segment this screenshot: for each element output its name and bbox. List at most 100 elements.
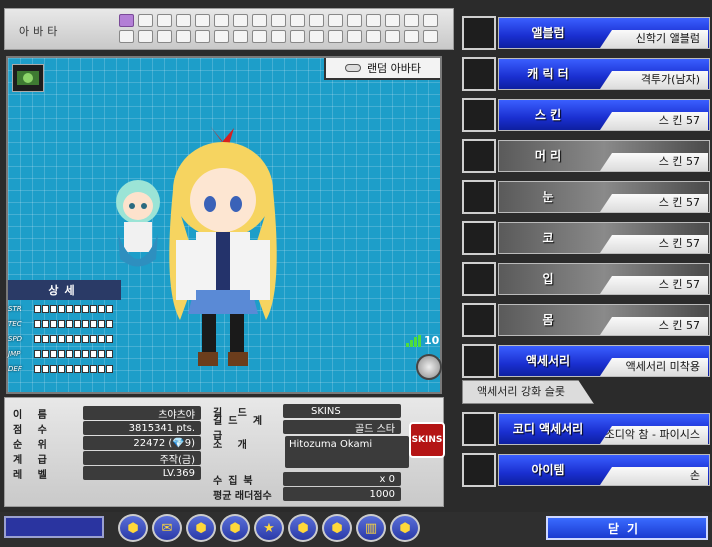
accessory-upgrade-slot[interactable]: 액세서리 강화 슬롯: [462, 380, 594, 404]
equip-row[interactable]: 액세서리 액세서리 미착용: [460, 342, 712, 380]
guild-rank-value: 골드 스타: [283, 420, 401, 435]
stat-label: JMP: [8, 349, 21, 358]
avatar-slot[interactable]: [385, 14, 400, 27]
avatar-preview: 랜덤 아바타 상세 STR TEC SPD JMP DEF 10: [6, 56, 442, 394]
avatar-slot[interactable]: [233, 30, 248, 43]
avatar-slot[interactable]: [252, 14, 267, 27]
level-value: LV.369: [83, 466, 201, 480]
avatar-slot[interactable]: [119, 30, 134, 43]
stat-row: SPD: [8, 332, 121, 345]
intro-label: 소 개: [213, 439, 253, 451]
bottom-menu-icon[interactable]: ⬢: [322, 514, 352, 542]
score-row: 점 수 3815341 pts.: [13, 421, 201, 436]
equip-row[interactable]: 아이템 손: [460, 451, 712, 489]
equip-name: 눈: [542, 190, 554, 204]
avatar-slot[interactable]: [347, 14, 362, 27]
avatar-slot[interactable]: [138, 14, 153, 27]
equip-row[interactable]: 눈 스 킨 57: [460, 178, 712, 216]
equip-row[interactable]: 캐 릭 터 격투가(남자): [460, 55, 712, 93]
equip-row[interactable]: 코디 액세서리 조디악 참 - 파이시스: [460, 410, 712, 448]
avatar-slot[interactable]: [423, 30, 438, 43]
bottom-menu-icon[interactable]: ⬢: [186, 514, 216, 542]
album-mini-icon[interactable]: [12, 64, 44, 92]
collection-label: 수집북: [213, 475, 259, 487]
chat-input[interactable]: [4, 516, 104, 538]
bottom-menu-icon[interactable]: ⬢: [118, 514, 148, 542]
avatar-slot[interactable]: [309, 30, 324, 43]
bottom-menu-icon[interactable]: ✉: [152, 514, 182, 542]
stat-label: SPD: [8, 334, 23, 343]
avatar-slot-grid: [119, 14, 438, 43]
equip-value: 스 킨 57: [600, 112, 708, 130]
guild-badge: SKINS: [409, 422, 445, 458]
avatar-slot[interactable]: [176, 30, 191, 43]
equip-icon: [462, 57, 496, 91]
equip-value: 조디악 참 - 파이시스: [600, 426, 708, 444]
bottom-menu-icon[interactable]: ★: [254, 514, 284, 542]
stat-row: DEF: [8, 362, 121, 375]
avatar-slot[interactable]: [157, 14, 172, 27]
avatar-slot[interactable]: [138, 30, 153, 43]
guild-value[interactable]: SKINS: [283, 404, 401, 418]
avatar-slot[interactable]: [366, 30, 381, 43]
avatar-slot[interactable]: [423, 14, 438, 27]
rank-value: 22472 (💎9): [83, 436, 201, 450]
random-avatar-label: 랜덤 아바타: [366, 62, 422, 75]
avatar-slot[interactable]: [271, 14, 286, 27]
avatar-slot[interactable]: [233, 14, 248, 27]
level-row: 레 벨 LV.369: [13, 466, 201, 481]
close-button[interactable]: 닫기: [546, 516, 708, 540]
equip-row[interactable]: 앨블럼 신학기 앨블럼: [460, 14, 712, 52]
score-value: 3815341 pts.: [83, 421, 201, 435]
avatar-slot[interactable]: [404, 30, 419, 43]
equip-name: 코: [542, 231, 554, 245]
avatar-slot[interactable]: [214, 14, 229, 27]
signal-icon: [406, 334, 421, 347]
avatar-slot[interactable]: [195, 14, 210, 27]
avatar-slot[interactable]: [404, 14, 419, 27]
equip-icon: [462, 139, 496, 173]
avatar-slot[interactable]: [195, 30, 210, 43]
equip-name: 머 리: [534, 149, 562, 163]
name-label: 이 름: [13, 409, 53, 421]
avatar-slot[interactable]: [252, 30, 267, 43]
name-row: 이 름 츠야츠야: [13, 406, 201, 421]
equip-row[interactable]: 머 리 스 킨 57: [460, 137, 712, 175]
disc-icon[interactable]: [416, 354, 442, 380]
random-avatar-button[interactable]: 랜덤 아바타: [324, 58, 440, 80]
equip-icon: [462, 453, 496, 487]
equip-icon: [462, 344, 496, 378]
avatar-slot[interactable]: [214, 30, 229, 43]
avatar-slot[interactable]: [328, 14, 343, 27]
bottom-menu-icon[interactable]: ⬢: [390, 514, 420, 542]
avatar-slot[interactable]: [347, 30, 362, 43]
equip-row[interactable]: 몸 스 킨 57: [460, 301, 712, 339]
stat-row: JMP: [8, 347, 121, 360]
bottom-menu-icon[interactable]: ⬢: [220, 514, 250, 542]
equip-name: 몸: [542, 313, 554, 327]
ladder-row: 평균 래더점수 1000: [213, 487, 401, 502]
equip-name: 코디 액세서리: [512, 422, 584, 436]
avatar-slot[interactable]: [271, 30, 286, 43]
avatar-slot[interactable]: [309, 14, 324, 27]
avatar-slot[interactable]: [366, 14, 381, 27]
equip-row[interactable]: 입 스 킨 57: [460, 260, 712, 298]
avatar-slot[interactable]: [290, 14, 305, 27]
avatar-slot[interactable]: [176, 14, 191, 27]
signal-indicator: 10: [406, 334, 439, 347]
equip-icon: [462, 16, 496, 50]
avatar-slot[interactable]: [385, 30, 400, 43]
stat-row: TEC: [8, 317, 121, 330]
equip-row[interactable]: 스 킨 스 킨 57: [460, 96, 712, 134]
score-label: 점 수: [13, 424, 53, 436]
avatar-slot[interactable]: [290, 30, 305, 43]
avatar-slot[interactable]: [157, 30, 172, 43]
equip-row[interactable]: 코 스 킨 57: [460, 219, 712, 257]
avatar-slot[interactable]: [119, 14, 134, 27]
signal-value: 10: [424, 334, 440, 347]
bottom-menu-icon[interactable]: ▥: [356, 514, 386, 542]
avatar-slot[interactable]: [328, 30, 343, 43]
bottom-menu-icon[interactable]: ⬢: [288, 514, 318, 542]
equip-value: 스 킨 57: [600, 235, 708, 253]
stat-label: STR: [8, 304, 22, 313]
